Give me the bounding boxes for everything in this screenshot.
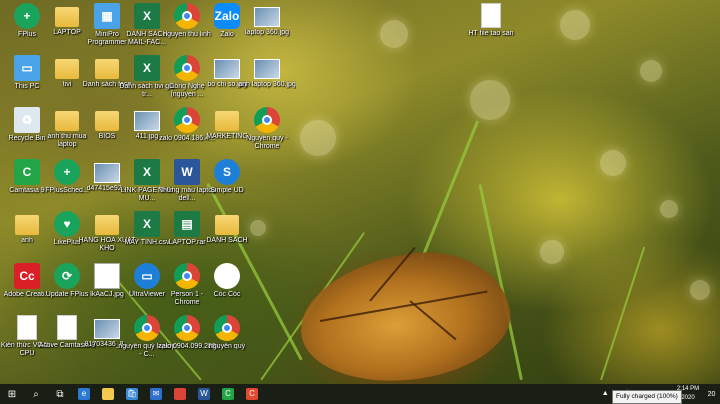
programmer-icon: ▦ [94,3,120,29]
desktop-icon-label: laptop 360.jpg [245,29,289,36]
desktop-icon[interactable]: Nguyễn quý - Chrome [238,107,296,151]
document-icon [57,315,77,340]
chrome-icon [174,388,186,400]
taskbar-pinned-apps: e 🛍 ✉ W C C [72,384,264,404]
chrome-icon [174,55,200,81]
desktop-icon-label: HT file tao san [468,30,514,37]
desktop-icon-label: Nguyễn quý - Chrome [246,135,288,150]
desktop-icon-label: Simple UD [210,187,244,194]
folder-icon [55,59,79,79]
tray-overflow-icon[interactable]: ▲ [602,390,609,398]
file-explorer-icon [102,388,114,400]
taskbar-app-word[interactable]: W [192,384,216,404]
start-button[interactable]: ⊞ [0,384,24,404]
desktop-icon[interactable]: anh laptop 360.jpg [238,55,296,89]
image-icon [254,59,280,79]
excel-icon: X [134,159,160,185]
text-file-icon: ≡ [94,263,120,289]
taskbar-app-camtasia-recorder[interactable]: C [240,384,264,404]
adobe-icon: Cc [14,263,40,289]
folder-icon [15,215,39,235]
desktop-icon[interactable]: S Simple UD [198,159,256,195]
zalo-icon: Zalo [214,3,240,29]
desktop-icon[interactable]: nguyễn quý [198,315,256,351]
mail-icon: ✉ [150,388,162,400]
coccoc-icon: ◐ [214,263,240,289]
taskbar-app-mail[interactable]: ✉ [144,384,168,404]
greenplus-icon: + [54,159,80,185]
chrome-icon [134,315,160,341]
desktop-icon[interactable]: HT file tao san [462,3,520,38]
word-icon: W [174,159,200,185]
desktop-icon[interactable]: laptop 360.jpg [238,3,296,37]
excel-icon: X [134,211,160,237]
desktop-icon-label: Cốc Cốc [213,291,241,298]
archive-icon: ▤ [174,211,200,237]
edge-icon: e [78,388,90,400]
notification-center-button[interactable]: 20 [703,384,720,404]
image-icon [94,163,120,183]
document-icon [17,315,37,340]
desktop-icon-label: anh laptop 360.jpg [238,81,296,88]
word-icon: W [198,388,210,400]
chrome-icon [174,107,200,133]
folder-icon [95,215,119,235]
excel-icon: X [134,55,160,81]
pc-icon: ▭ [14,55,40,81]
taskbar-app-camtasia[interactable]: C [216,384,240,404]
image-icon [134,111,160,131]
chrome-icon [174,315,200,341]
task-view-button[interactable]: ⧉ [48,384,72,404]
folder-icon [215,111,239,131]
taskbar-app-store[interactable]: 🛍 [120,384,144,404]
image-icon [214,59,240,79]
folder-icon [55,111,79,131]
clock-time: 2:14 PM [676,386,700,392]
blueapp-icon: S [214,159,240,185]
store-icon: 🛍 [126,388,138,400]
desktop-icon-label: DANH SACH [206,237,248,244]
camtasia-recorder-icon: C [246,388,258,400]
taskbar-app-edge[interactable]: e [72,384,96,404]
image-icon [94,319,120,339]
greenplus-icon: ⟳ [54,263,80,289]
chrome-icon [214,315,240,341]
folder-icon [215,215,239,235]
folder-icon [95,59,119,79]
camtasia-icon: C [222,388,234,400]
folder-icon [95,111,119,131]
chrome-icon [254,107,280,133]
chrome-icon [174,3,200,29]
excel-icon: X [134,3,160,29]
greenplus-icon: + [14,3,40,29]
search-button[interactable]: ⌕ [24,384,48,404]
clock-date: 2020 [681,395,695,401]
clock[interactable]: 2:14 PM 2020 [673,384,703,404]
document-icon [481,3,501,28]
chrome-icon [174,263,200,289]
desktop-icon[interactable]: DANH SACH [198,211,256,245]
taskbar-app-file-explorer[interactable] [96,384,120,404]
monitor-icon: ▭ [134,263,160,289]
desktop-icon[interactable]: ◐ Cốc Cốc [198,263,256,299]
folder-icon [55,7,79,27]
battery-tooltip: Fully charged (100%) [612,390,682,404]
image-icon [254,7,280,27]
camtasia-icon: C [14,159,40,185]
taskbar-app-chrome[interactable] [168,384,192,404]
desktop-icon-label: nguyễn quý [208,343,246,350]
likeplus-icon: ♥ [54,211,80,237]
recycle-bin-icon: ♻ [14,107,40,133]
